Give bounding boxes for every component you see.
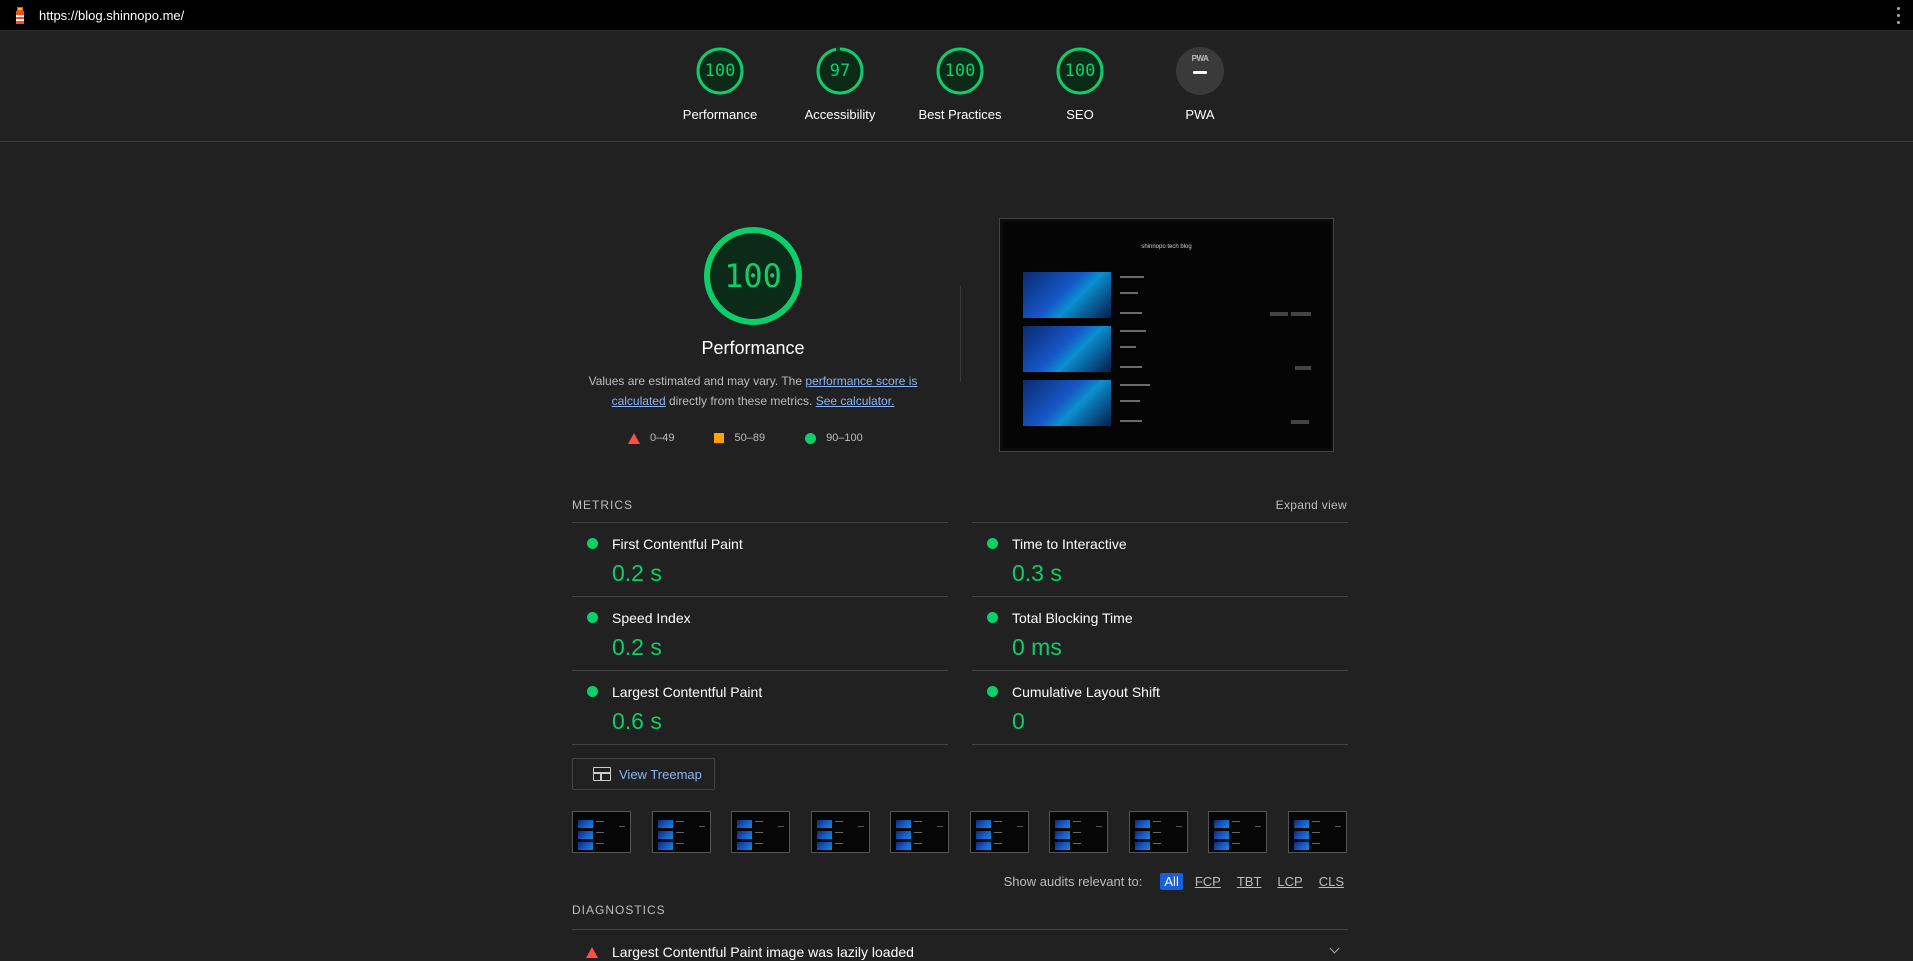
more-menu-icon[interactable]	[1897, 7, 1901, 24]
lighthouse-logo-icon	[16, 7, 24, 24]
pass-circle-icon	[987, 538, 998, 549]
metric-value: 0.2 s	[612, 634, 662, 660]
performance-description: Values are estimated and may vary. The p…	[588, 374, 918, 408]
metric-time-to-interactive: Time to Interactive 0.3 s	[972, 522, 1348, 596]
filmstrip-frame	[731, 811, 790, 853]
gauge-seo[interactable]: 100 SEO	[1020, 47, 1140, 122]
score-value: 100	[944, 61, 976, 81]
filmstrip-frame	[970, 811, 1029, 853]
filmstrip	[572, 811, 1348, 853]
category-label: Performance	[682, 107, 758, 122]
category-label: Best Practices	[918, 107, 1002, 122]
score-ring: 100	[696, 47, 744, 95]
gauge-accessibility[interactable]: 97 Accessibility	[780, 47, 900, 122]
fail-triangle-icon	[586, 947, 598, 958]
final-screenshot[interactable]: shinnopo tech blog	[999, 218, 1334, 452]
treemap-icon	[593, 767, 611, 781]
metric-name: Total Blocking Time	[1012, 610, 1133, 626]
filmstrip-frame	[890, 811, 949, 853]
divider	[972, 744, 1348, 745]
pwa-badge-text: PWA	[1191, 54, 1209, 63]
divider	[960, 286, 961, 382]
score-ring: 100	[936, 47, 984, 95]
pass-circle-icon	[987, 612, 998, 623]
filter-chip-lcp[interactable]: LCP	[1273, 873, 1306, 890]
metrics-heading: METRICS	[572, 498, 633, 512]
filmstrip-frame	[652, 811, 711, 853]
score-value: 100	[704, 61, 736, 81]
chevron-down-icon	[1329, 943, 1340, 954]
filter-chip-cls[interactable]: CLS	[1315, 873, 1348, 890]
metric-name: First Contentful Paint	[612, 536, 743, 552]
filmstrip-frame	[1208, 811, 1267, 853]
audit-filter: Show audits relevant to: All FCP TBT LCP…	[1004, 872, 1348, 890]
category-label: PWA	[1185, 107, 1215, 122]
circle-icon	[805, 432, 817, 444]
metric-name: Largest Contentful Paint	[612, 684, 763, 700]
metric-name: Cumulative Layout Shift	[1012, 684, 1160, 700]
score-scale-legend: 0–49 50–89 90–100	[628, 430, 863, 446]
divider	[572, 744, 948, 745]
screenshot-post-image	[1023, 272, 1111, 318]
gauge-best-practices[interactable]: 100 Best Practices	[900, 47, 1020, 122]
view-treemap-button[interactable]: View Treemap	[572, 758, 715, 790]
gauge-pwa[interactable]: PWA PWA	[1140, 47, 1260, 122]
score-ring: 100	[1056, 47, 1104, 95]
pass-circle-icon	[587, 686, 598, 697]
legend-pass: 90–100	[805, 432, 863, 444]
audit-title: Largest Contentful Paint image was lazil…	[612, 944, 914, 960]
page-url: https://blog.shinnopo.me/	[39, 7, 185, 23]
audit-filter-label: Show audits relevant to:	[1003, 873, 1143, 889]
metric-cumulative-layout-shift: Cumulative Layout Shift 0	[972, 670, 1348, 744]
filmstrip-frame	[572, 811, 631, 853]
performance-score-value: 100	[724, 257, 782, 295]
performance-title: Performance	[701, 338, 805, 358]
diagnostic-audit-row[interactable]: Largest Contentful Paint image was lazil…	[572, 929, 1348, 961]
metric-total-blocking-time: Total Blocking Time 0 ms	[972, 596, 1348, 670]
metric-name: Speed Index	[612, 610, 691, 626]
filmstrip-frame	[1129, 811, 1188, 853]
metric-value: 0.6 s	[612, 708, 662, 734]
filmstrip-frame	[1288, 811, 1347, 853]
view-treemap-label: View Treemap	[619, 766, 702, 782]
screenshot-post-image	[1023, 380, 1111, 426]
diagnostics-heading: DIAGNOSTICS	[572, 903, 666, 917]
metric-largest-contentful-paint: Largest Contentful Paint 0.6 s	[572, 670, 948, 744]
legend-average: 50–89	[714, 432, 765, 444]
metric-value: 0.3 s	[1012, 560, 1062, 586]
pass-circle-icon	[987, 686, 998, 697]
score-ring: 97	[816, 47, 864, 95]
triangle-icon	[628, 432, 640, 444]
score-value: 97	[829, 61, 851, 81]
metric-value: 0	[1012, 708, 1025, 734]
expand-view-toggle[interactable]: Expand view	[1276, 498, 1347, 512]
filmstrip-frame	[1049, 811, 1108, 853]
url-bar: https://blog.shinnopo.me/	[0, 0, 1913, 31]
gauge-performance[interactable]: 100 Performance	[660, 47, 780, 122]
legend-fail: 0–49	[628, 432, 674, 444]
filter-chip-tbt[interactable]: TBT	[1233, 873, 1266, 890]
metrics-header: METRICS Expand view	[572, 498, 1347, 514]
see-calculator-link[interactable]: See calculator.	[816, 394, 895, 408]
filmstrip-frame	[811, 811, 870, 853]
metric-value: 0.2 s	[612, 560, 662, 586]
pwa-badge-icon: PWA	[1176, 47, 1224, 95]
metric-name: Time to Interactive	[1012, 536, 1127, 552]
screenshot-post-image	[1023, 326, 1111, 372]
category-label: SEO	[1066, 107, 1094, 122]
performance-score-gauge: 100	[703, 226, 803, 326]
metric-first-contentful-paint: First Contentful Paint 0.2 s	[572, 522, 948, 596]
pass-circle-icon	[587, 538, 598, 549]
metric-value: 0 ms	[1012, 634, 1062, 660]
screenshot-site-title: shinnopo tech blog	[1141, 244, 1192, 250]
filter-chip-all[interactable]: All	[1160, 872, 1183, 890]
metric-speed-index: Speed Index 0.2 s	[572, 596, 948, 670]
filter-chip-fcp[interactable]: FCP	[1191, 873, 1225, 890]
pass-circle-icon	[587, 612, 598, 623]
category-label: Accessibility	[804, 107, 876, 122]
score-value: 100	[1064, 61, 1096, 81]
square-icon	[714, 433, 725, 443]
category-scores-header: 100 Performance 97 Accessibility 100 Bes…	[0, 32, 1913, 142]
